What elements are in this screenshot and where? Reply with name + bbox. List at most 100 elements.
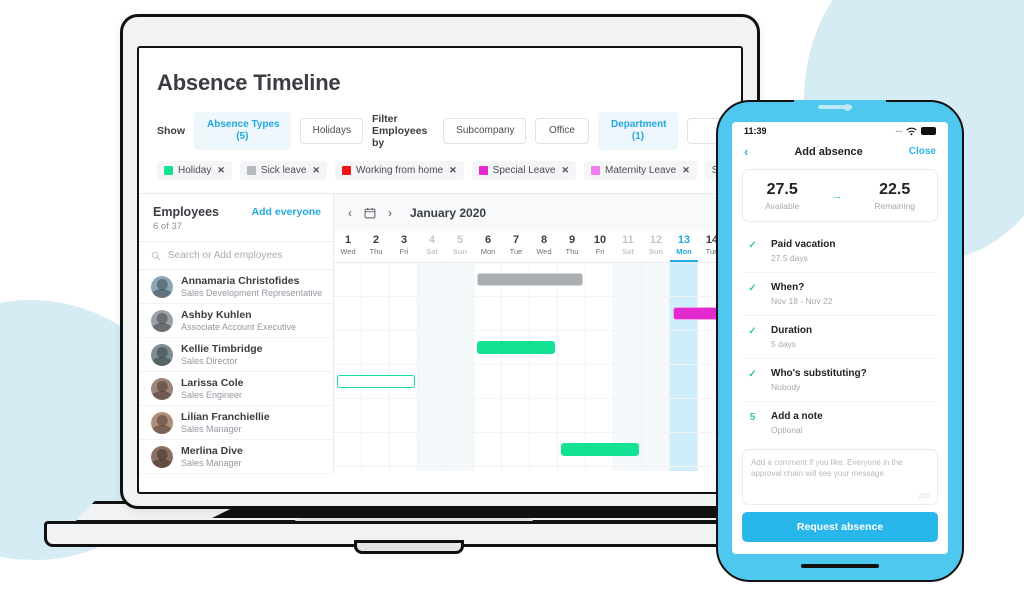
absence-types-button[interactable]: Absence Types (5) xyxy=(194,112,291,150)
employee-role: Sales Engineer xyxy=(181,389,243,400)
next-month-icon[interactable]: › xyxy=(388,206,392,220)
calendar-day-header[interactable]: 13 Mon xyxy=(670,231,698,262)
employee-search-field[interactable]: Search or Add employees xyxy=(139,241,333,270)
check-icon: ✓ xyxy=(748,325,757,337)
tag-special-leave-remove-icon[interactable]: ✕ xyxy=(561,165,569,176)
day-weekday: Wed xyxy=(536,247,552,257)
day-weekday: Sat xyxy=(622,247,634,257)
calendar-day-header[interactable]: 10 Fri xyxy=(586,231,614,262)
day-number: 1 xyxy=(344,234,352,246)
employee-name: Annamaria Christofides xyxy=(181,274,300,287)
employees-heading: Employees xyxy=(153,205,220,219)
employee-row[interactable]: Larissa Cole Sales Engineer xyxy=(139,372,333,406)
employee-name: Ashby Kuhlen xyxy=(181,308,252,321)
calendar-grid xyxy=(334,262,741,471)
swatch-special-leave xyxy=(478,166,488,175)
day-number: 4 xyxy=(428,234,436,246)
phone-screen: 11:39 ···· ‹ Add absence Close 27.5 Avai… xyxy=(732,122,948,554)
step-title: Add a note xyxy=(771,411,823,423)
department-button[interactable]: Department (1) xyxy=(597,112,678,150)
step-title: Who's substituting? xyxy=(771,368,867,380)
calendar-day-header[interactable]: 9 Thu xyxy=(558,231,586,262)
holidays-button[interactable]: Holidays xyxy=(299,118,363,144)
calendar-icon[interactable] xyxy=(364,207,376,219)
day-number: 3 xyxy=(400,234,408,246)
employee-row[interactable]: Annamaria Christofides Sales Development … xyxy=(139,270,333,304)
note-textarea[interactable]: Add a comment if you like. Everyone in t… xyxy=(742,448,938,505)
day-weekday: Fri xyxy=(595,247,605,257)
step-paid-vacation[interactable]: ✓ Paid vacation 27.5 days xyxy=(742,230,938,273)
employee-row[interactable]: Merlina Dive Sales Manager xyxy=(139,440,333,474)
tag-maternity-leave[interactable]: Maternity Leave ✕ xyxy=(584,161,697,180)
tag-sick-leave[interactable]: Sick leave ✕ xyxy=(239,161,328,180)
absence-bar[interactable] xyxy=(561,442,639,456)
swatch-holiday xyxy=(164,166,173,175)
employee-row[interactable]: Ashby Kuhlen Associate Account Executive xyxy=(139,304,333,338)
employees-panel: Employees 6 of 37 Add everyone Search or… xyxy=(139,194,334,474)
back-icon[interactable]: ‹ xyxy=(744,144,748,159)
calendar-day-header[interactable]: 12 Sun xyxy=(642,231,670,262)
page-title: Absence Timeline xyxy=(157,70,341,95)
wifi-icon xyxy=(906,127,917,135)
day-weekday: Wed xyxy=(340,247,356,257)
step-add-note[interactable]: 5 Add a note Optional xyxy=(742,402,938,444)
phone-camera xyxy=(844,104,852,111)
tag-holiday[interactable]: Holiday ✕ xyxy=(157,161,232,180)
calendar-day-header[interactable]: 2 Thu xyxy=(362,231,390,262)
day-weekday: Sat xyxy=(426,247,438,257)
step-substitute[interactable]: ✓ Who's substituting? Nobody xyxy=(742,359,938,403)
day-weekday: Tue xyxy=(509,247,523,257)
day-weekday: Fri xyxy=(399,247,409,257)
tag-working-from-home[interactable]: Working from home ✕ xyxy=(335,161,464,180)
avatar xyxy=(151,445,173,468)
status-time: 11:39 xyxy=(744,126,767,136)
employee-role: Associate Account Executive xyxy=(181,321,297,332)
tag-sick-leave-remove-icon[interactable]: ✕ xyxy=(312,165,320,176)
battery-icon xyxy=(921,127,936,135)
calendar-panel: ‹ › January 2020 1 Wed 2 Thu 3 Fri 4 Sat 5 Sun 6 Mo… xyxy=(334,194,741,471)
step-title: Duration xyxy=(771,324,813,336)
laptop-screen-bezel: Absence Timeline Show Absence Types (5) … xyxy=(137,46,743,494)
calendar-day-header[interactable]: 1 Wed xyxy=(334,231,362,262)
swatch-sick-leave xyxy=(246,166,256,175)
calendar-day-header[interactable]: 5 Sun xyxy=(446,231,474,262)
step-duration[interactable]: ✓ Duration 5 days xyxy=(742,316,938,360)
day-number: 12 xyxy=(649,234,663,246)
tag-maternity-remove-icon[interactable]: ✕ xyxy=(682,165,690,176)
avatar xyxy=(151,411,173,434)
tag-holiday-remove-icon[interactable]: ✕ xyxy=(217,165,225,176)
day-number: 7 xyxy=(512,234,520,246)
step-value: 27.5 days xyxy=(771,252,808,263)
calendar-toolbar: ‹ › January 2020 xyxy=(334,194,741,231)
step-value: Nov 18 - Nov 22 xyxy=(771,295,833,306)
close-button[interactable]: Close xyxy=(909,146,936,157)
request-absence-button[interactable]: Request absence xyxy=(742,512,938,542)
subcompany-button[interactable]: Subcompany xyxy=(443,118,526,144)
calendar-day-header[interactable]: 3 Fri xyxy=(390,231,418,262)
swatch-working-from-home xyxy=(342,166,352,175)
calendar-day-header[interactable]: 11 Sat xyxy=(614,231,642,262)
prev-month-icon[interactable]: ‹ xyxy=(348,206,352,220)
check-icon: ✓ xyxy=(748,369,757,381)
calendar-day-header[interactable]: 6 Mon xyxy=(474,231,502,262)
add-everyone-button[interactable]: Add everyone xyxy=(252,206,321,218)
tag-wfh-remove-icon[interactable]: ✕ xyxy=(449,165,457,176)
day-weekday: Thu xyxy=(369,247,383,257)
calendar-day-header[interactable]: 8 Wed xyxy=(530,231,558,262)
absence-bar[interactable] xyxy=(477,272,583,286)
calendar-day-header[interactable]: 4 Sat xyxy=(418,231,446,262)
step-when[interactable]: ✓ When? Nov 18 - Nov 22 xyxy=(742,273,938,316)
absence-bar[interactable] xyxy=(477,340,555,354)
swatch-maternity-leave xyxy=(591,166,601,175)
employee-row[interactable]: Kellie Timbridge Sales Director xyxy=(139,338,333,372)
laptop-mockup: Absence Timeline Show Absence Types (5) … xyxy=(34,6,774,554)
timeline-board: Employees 6 of 37 Add everyone Search or… xyxy=(139,193,741,474)
employee-row[interactable]: Lilian Franchiellie Sales Manager xyxy=(139,406,333,440)
balance-card: 27.5 Available → 22.5 Remaining xyxy=(742,169,938,222)
calendar-day-header[interactable]: 7 Tue xyxy=(502,231,530,262)
absence-bar[interactable] xyxy=(337,374,415,388)
tag-special-leave[interactable]: Special Leave ✕ xyxy=(471,161,577,180)
office-button[interactable]: Office xyxy=(534,118,589,144)
check-icon: ✓ xyxy=(748,239,757,251)
department-count: (1) xyxy=(631,131,645,142)
